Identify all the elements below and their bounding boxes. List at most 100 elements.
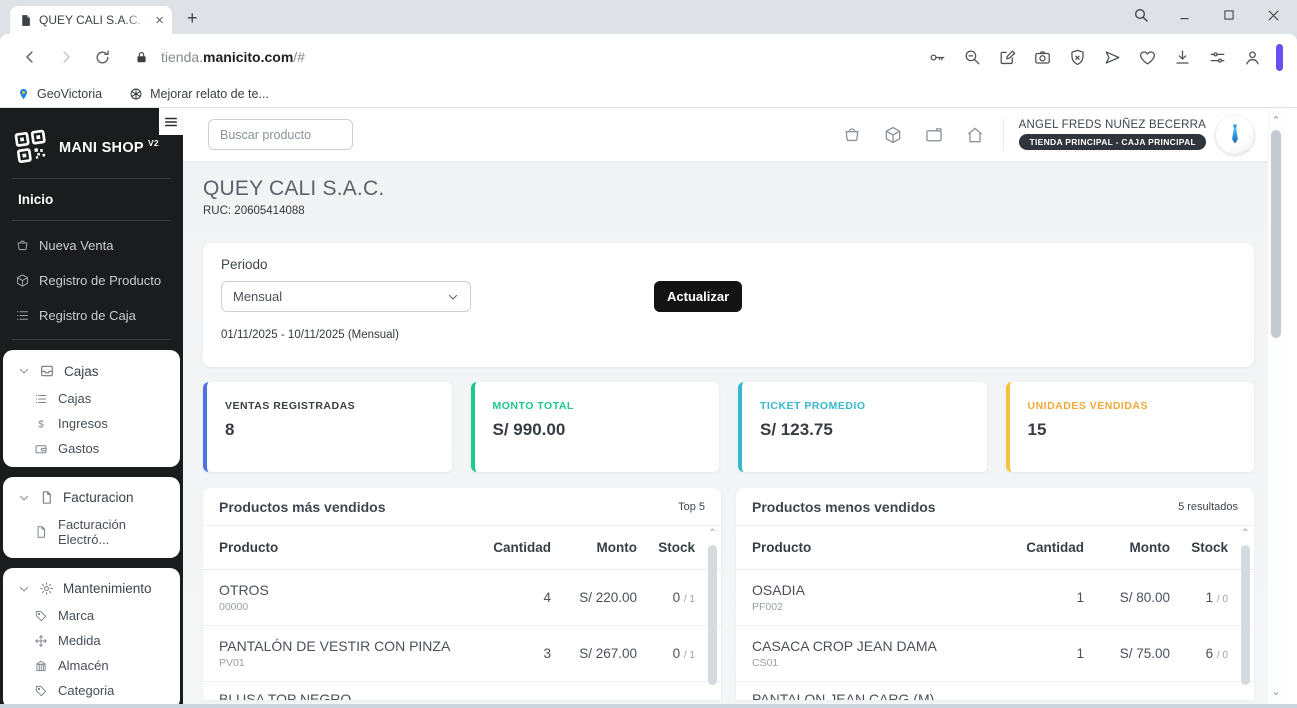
sidebar-item-label: Gastos	[58, 441, 99, 456]
window-minimize-button[interactable]	[1175, 5, 1195, 25]
sidebar-item-cajas[interactable]: Cajas	[3, 386, 180, 411]
password-key-icon[interactable]	[926, 46, 948, 68]
wallet-icon[interactable]	[923, 124, 945, 146]
reload-button[interactable]	[89, 44, 115, 70]
table-row[interactable]: OTROS00000 4 S/ 220.00 0 / 1	[203, 570, 721, 626]
table-header: ProductoCantidadMontoStock	[736, 526, 1254, 570]
panel-meta: Top 5	[678, 501, 705, 513]
tab-close-icon[interactable]: ×	[155, 13, 164, 28]
home-icon[interactable]	[964, 124, 986, 146]
sidebar: MANI SHOP V2 Inicio Nueva Venta Registro…	[0, 108, 183, 704]
user-info[interactable]: ANGEL FREDS NUÑEZ BECERRA TIENDA PRINCIP…	[1019, 119, 1206, 150]
edit-note-icon[interactable]	[996, 46, 1018, 68]
list-icon	[15, 308, 30, 323]
file-icon	[39, 490, 54, 505]
chevron-down-icon	[447, 291, 459, 303]
window-close-button[interactable]	[1263, 5, 1283, 25]
send-icon[interactable]	[1101, 46, 1123, 68]
divider	[12, 339, 171, 340]
window-maximize-button[interactable]	[1219, 5, 1239, 25]
table-row[interactable]: OSADIAPF002 1 S/ 80.00 1 / 0	[736, 570, 1254, 626]
user-store-badge: TIENDA PRINCIPAL - CAJA PRINCIPAL	[1019, 134, 1206, 150]
sidebar-panel-indicator[interactable]	[1276, 44, 1283, 71]
box-icon	[15, 273, 30, 288]
stat-label: TICKET PROMEDIO	[760, 400, 969, 412]
stat-value: 8	[225, 420, 434, 440]
window-search-icon[interactable]	[1131, 5, 1151, 25]
url-subdomain: tienda.	[161, 49, 203, 65]
cart-icon	[15, 238, 30, 253]
move-icon	[34, 634, 48, 648]
scrollbar-thumb[interactable]	[1241, 545, 1250, 685]
sidebar-item-label: Marca	[58, 608, 94, 623]
bookmark-mejorar-relato[interactable]: Mejorar relato de te...	[129, 87, 269, 101]
sidebar-toggle-button[interactable]	[159, 108, 183, 135]
box-icon[interactable]	[882, 124, 904, 146]
sidebar-group-header-cajas[interactable]: Cajas	[3, 355, 180, 386]
page-scrollbar[interactable]: ⌃ ⌄	[1268, 108, 1284, 704]
sidebar-item-registro-producto[interactable]: Registro de Producto	[0, 263, 183, 298]
table-row[interactable]: PANTALON JEAN CARG (M)	[736, 682, 1254, 700]
sidebar-group-header-facturacion[interactable]: Facturacion	[3, 482, 180, 512]
search-input[interactable]	[208, 119, 353, 150]
sidebar-item-nueva-venta[interactable]: Nueva Venta	[0, 228, 183, 263]
stat-label: VENTAS REGISTRADAS	[225, 400, 434, 412]
tab-title: QUEY CALI S.A.C. - Ma	[39, 13, 148, 27]
scroll-up-icon[interactable]: ⌃	[707, 529, 718, 541]
sidebar-item-ingresos[interactable]: $ Ingresos	[3, 411, 180, 436]
scrollbar-thumb[interactable]	[708, 545, 717, 685]
brand[interactable]: MANI SHOP V2	[0, 108, 183, 178]
file-icon	[34, 525, 48, 539]
sidebar-item-facturacion-electronica[interactable]: Facturación Electró...	[3, 512, 180, 552]
url-bar[interactable]: tienda.manicito.com/#	[161, 49, 305, 65]
list-icon	[34, 392, 48, 406]
scroll-up-icon[interactable]: ⌃	[1268, 114, 1284, 127]
profile-icon[interactable]	[1241, 46, 1263, 68]
sidebar-item-marca[interactable]: Marca	[3, 603, 180, 628]
bookmark-geovictoria[interactable]: GeoVictoria	[17, 87, 102, 101]
lock-icon[interactable]	[134, 50, 149, 65]
sidebar-item-gastos[interactable]: Gastos	[3, 436, 180, 461]
downloads-icon[interactable]	[1171, 46, 1193, 68]
scroll-down-icon[interactable]: ⌄	[1268, 685, 1284, 698]
sidebar-item-label: Ingresos	[58, 416, 108, 431]
shield-block-icon[interactable]	[1066, 46, 1088, 68]
forward-button[interactable]	[53, 44, 79, 70]
table-scrollbar[interactable]: ⌃	[707, 529, 718, 698]
back-button[interactable]	[17, 44, 43, 70]
panel-menos-vendidos: Productos menos vendidos 5 resultados Pr…	[736, 488, 1254, 700]
sidebar-item-label: Facturación Electró...	[58, 517, 170, 547]
sidebar-item-medida[interactable]: Medida	[3, 628, 180, 653]
scroll-up-icon[interactable]: ⌃	[1240, 529, 1251, 541]
actualizar-button[interactable]: Actualizar	[654, 281, 742, 312]
settings-sliders-icon[interactable]	[1206, 46, 1228, 68]
table-scrollbar[interactable]: ⌃	[1240, 529, 1251, 698]
url-host: manicito.com	[203, 49, 293, 65]
table-row[interactable]: BLUSA TOP NEGRO	[203, 682, 721, 700]
main-area: ANGEL FREDS NUÑEZ BECERRA TIENDA PRINCIP…	[183, 108, 1268, 704]
sidebar-item-inicio[interactable]: Inicio	[0, 179, 183, 220]
panel-title: Productos más vendidos	[219, 499, 385, 515]
period-select[interactable]: Mensual	[221, 281, 471, 312]
dollar-icon: $	[34, 417, 48, 431]
stat-card-ventas: VENTAS REGISTRADAS 8	[203, 382, 452, 472]
sidebar-item-almacen[interactable]: Almacén	[3, 653, 180, 678]
sidebar-item-categoria[interactable]: Categoria	[3, 678, 180, 703]
sidebar-item-registro-caja[interactable]: Registro de Caja	[0, 298, 183, 333]
cart-icon[interactable]	[841, 124, 863, 146]
screenshot-camera-icon[interactable]	[1031, 46, 1053, 68]
scrollbar-thumb[interactable]	[1271, 130, 1281, 338]
table-row[interactable]: CASACA CROP JEAN DAMACS01 1 S/ 75.00 6 /…	[736, 626, 1254, 682]
favorites-heart-icon[interactable]	[1136, 46, 1158, 68]
stat-card-ticket: TICKET PROMEDIO S/ 123.75	[738, 382, 987, 472]
browser-tab[interactable]: QUEY CALI S.A.C. - Ma ×	[10, 6, 172, 34]
sidebar-group-header-mantenimiento[interactable]: Mantenimiento	[3, 573, 180, 603]
avatar[interactable]	[1216, 116, 1254, 154]
table-row[interactable]: PANTALÓN DE VESTIR CON PINZAPV01 3 S/ 26…	[203, 626, 721, 682]
stat-value: S/ 123.75	[760, 420, 969, 440]
zoom-out-icon[interactable]	[961, 46, 983, 68]
sidebar-item-label: Almacén	[58, 658, 109, 673]
tables-row: Productos más vendidos Top 5 ProductoCan…	[203, 488, 1254, 700]
stat-value: 15	[1028, 420, 1237, 440]
new-tab-button[interactable]: +	[187, 9, 198, 27]
